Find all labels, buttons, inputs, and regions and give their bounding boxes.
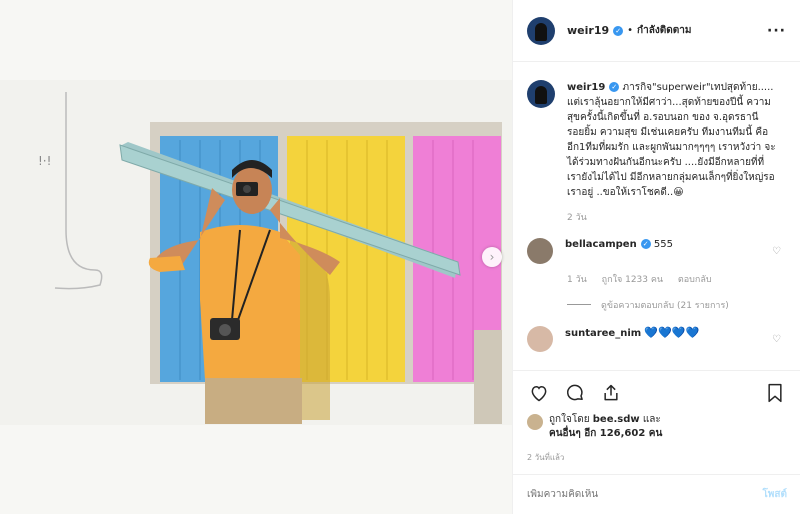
more-options-icon[interactable]: ··· — [767, 23, 786, 39]
comment-input[interactable] — [527, 489, 763, 500]
comment-likes-count[interactable]: ถูกใจ 1233 คน — [602, 275, 663, 285]
comment-text: 💙💙💙💙 — [644, 326, 700, 339]
view-replies-link[interactable]: ดูข้อความตอบกลับ (21 รายการ) — [567, 298, 787, 312]
post-actions: ถูกใจโดย bee.sdw และ คนอื่นๆ อีก 126,602… — [513, 370, 800, 464]
heart-icon[interactable] — [527, 381, 551, 405]
likes-prefix: ถูกใจโดย — [549, 414, 590, 425]
verified-badge-icon: ✓ — [613, 25, 624, 36]
bookmark-icon[interactable] — [763, 381, 787, 405]
reply-button[interactable]: ตอบกลับ — [678, 275, 712, 285]
svg-text:!·!: !·! — [38, 154, 51, 168]
add-comment-bar: โพสต์ — [513, 474, 800, 514]
photo-illustration: !·! — [0, 0, 512, 514]
verified-badge-icon: ✓ — [640, 239, 651, 249]
separator-dot: • — [627, 25, 634, 36]
post-side-panel: weir19 ✓ • กำลังติดตาม ··· weir19 ✓ ภารกิ… — [512, 0, 800, 514]
caption-avatar[interactable] — [527, 80, 555, 108]
caption-username[interactable]: weir19 — [567, 82, 605, 93]
instagram-post-view: !·! › weir19 ✓ • กำลังติดตาม ··· weir19 … — [0, 0, 800, 514]
comment-time: 1 วัน — [567, 275, 587, 285]
next-photo-button[interactable]: › — [482, 247, 502, 267]
likes-others-link[interactable]: คนอื่นๆ อีก 126,602 คน — [549, 428, 662, 439]
post-comment-button[interactable]: โพสต์ — [762, 487, 787, 502]
comments-list: weir19 ✓ ภารกิจ"superweir"เทปสุดท้าย.....… — [513, 70, 800, 370]
author-avatar[interactable] — [527, 16, 555, 45]
author-username[interactable]: weir19 — [567, 24, 609, 37]
commenter-avatar[interactable] — [527, 326, 553, 352]
caption-time: 2 วัน — [567, 213, 587, 223]
action-icons — [527, 379, 787, 407]
commenter-username[interactable]: suntaree_nim — [565, 328, 641, 339]
caption-text: ภารกิจ"superweir"เทปสุดท้าย..... แต่เราล… — [567, 82, 776, 198]
liker-username[interactable]: bee.sdw — [593, 414, 640, 425]
comment-icon[interactable] — [563, 381, 587, 405]
comment-body: suntaree_nim 💙💙💙💙 — [565, 326, 765, 341]
post-header: weir19 ✓ • กำลังติดตาม ··· — [513, 0, 800, 62]
likes-summary: ถูกใจโดย bee.sdw และ คนอื่นๆ อีก 126,602… — [527, 413, 787, 441]
liker-avatar[interactable] — [527, 414, 543, 430]
verified-badge-icon: ✓ — [609, 82, 620, 92]
comment-meta: 1 วัน ถูกใจ 1233 คน ตอบกลับ — [567, 272, 787, 286]
comment-item: suntaree_nim 💙💙💙💙 ♡ — [527, 326, 787, 352]
caption-body: weir19 ✓ ภารกิจ"superweir"เทปสุดท้าย.....… — [567, 80, 777, 200]
post-timestamp: 2 วันที่แล้ว — [527, 453, 565, 462]
comment-like-heart-icon[interactable]: ♡ — [772, 246, 781, 257]
likes-text: ถูกใจโดย bee.sdw และ คนอื่นๆ อีก 126,602… — [549, 413, 662, 441]
comment-body: bellacampen ✓ 555 — [565, 238, 765, 252]
post-photo[interactable]: !·! › — [0, 0, 512, 514]
commenter-avatar[interactable] — [527, 238, 553, 264]
likes-and: และ — [642, 414, 661, 425]
comment-text: 555 — [653, 239, 673, 250]
comment-like-heart-icon[interactable]: ♡ — [772, 334, 781, 345]
post-caption: weir19 ✓ ภารกิจ"superweir"เทปสุดท้าย.....… — [527, 80, 787, 200]
share-icon[interactable] — [599, 381, 623, 405]
commenter-username[interactable]: bellacampen — [565, 239, 637, 250]
following-button[interactable]: กำลังติดตาม — [637, 23, 691, 38]
comment-item: bellacampen ✓ 555 ♡ — [527, 238, 787, 264]
